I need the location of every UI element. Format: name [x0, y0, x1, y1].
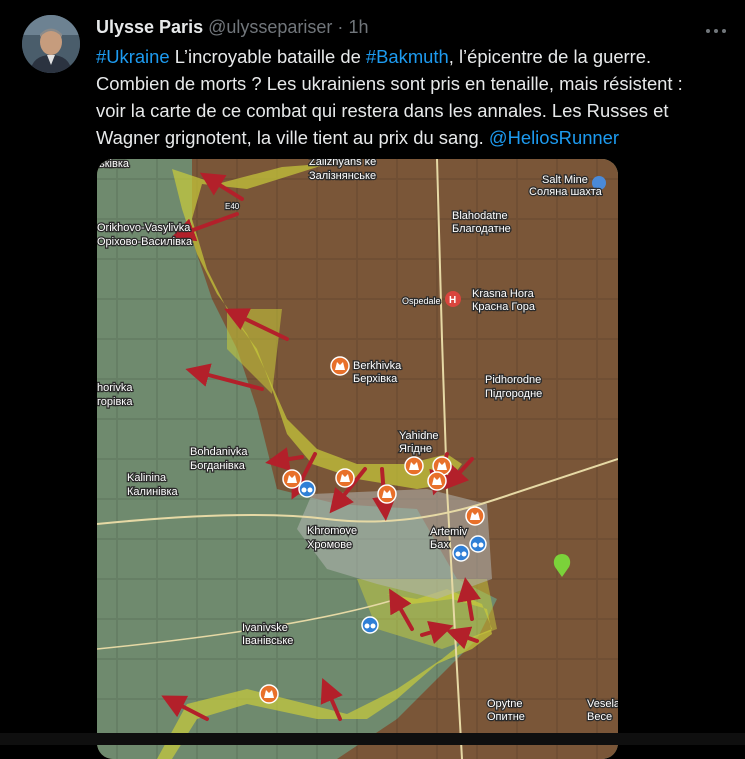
map-label: Берхівка	[353, 373, 398, 385]
map-label: E40	[225, 202, 240, 211]
svg-text:H: H	[449, 295, 456, 306]
map-label: Ospedale	[402, 296, 441, 306]
hashtag-ukraine[interactable]: #Ukraine	[96, 46, 170, 67]
separator: ·	[337, 17, 344, 37]
bakhmut-map: H ьківка Zaliznyans ke Залізнянське Salt…	[97, 159, 618, 759]
map-label: Khromove	[307, 525, 357, 537]
map-label: Ягідне	[399, 443, 432, 455]
fortification-icon	[330, 356, 350, 376]
tweet-text-line: Combien de morts ? Les ukrainiens sont p…	[96, 73, 683, 94]
author-name[interactable]: Ulysse Paris	[96, 17, 203, 37]
fortification-icon	[404, 456, 424, 476]
fortification-icon	[282, 469, 302, 489]
tweet-text: #Ukraine L’incroyable bataille de #Bakmu…	[96, 43, 736, 151]
fortification-icon	[259, 684, 279, 704]
fortification-icon	[335, 468, 355, 488]
binoculars-icon	[452, 544, 470, 562]
fortification-icon	[427, 471, 447, 491]
map-label: Bohdanivka	[190, 446, 248, 458]
avatar[interactable]	[22, 15, 80, 73]
tweet-text-segment: , l’épicentre de la guerre.	[448, 46, 652, 67]
author-handle[interactable]: @ulyssepariser	[208, 17, 332, 37]
map-label: Pidhorodne	[485, 374, 541, 386]
map-label: Хромове	[307, 539, 352, 551]
map-label: ьківка	[99, 159, 130, 170]
map-label: Ivanivske	[242, 622, 288, 634]
action-bar	[0, 733, 745, 745]
tweet-text-segment: Wagner grignotent, la ville tient au pri…	[96, 127, 489, 148]
map-label: Благодатне	[452, 223, 511, 235]
map-label: Опитне	[487, 711, 525, 723]
fortification-icon	[377, 484, 397, 504]
map-label: Залізнянське	[309, 170, 376, 182]
map-label: Opytne	[487, 698, 522, 710]
hospital-icon: H	[445, 291, 461, 307]
map-label: Богданівка	[190, 460, 246, 472]
map-label: Blahodatne	[452, 210, 508, 222]
map-label: Yahidne	[399, 430, 439, 442]
map-label: Kalinina	[127, 472, 167, 484]
binoculars-icon	[361, 616, 379, 634]
map-label: Orikhovo-Vasylivka	[97, 222, 191, 234]
binoculars-icon	[469, 535, 487, 553]
tweet-text-line: voir la carte de ce combat qui restera d…	[96, 100, 669, 121]
tweet-header: Ulysse Paris @ulyssepariser · 1h	[96, 17, 368, 38]
tweet[interactable]: Ulysse Paris @ulyssepariser · 1h #Ukrain…	[0, 0, 745, 759]
timestamp[interactable]: 1h	[348, 17, 368, 37]
map-label: Іванівське	[242, 635, 293, 647]
map-label: Соляна шахта	[529, 186, 603, 198]
map-label: Berkhivka	[353, 360, 402, 372]
map-label: Оріхово-Василівка	[97, 236, 193, 248]
mention-heliosrunner[interactable]: @HeliosRunner	[489, 127, 619, 148]
more-options-icon[interactable]	[704, 20, 730, 40]
map-label: Підгородне	[485, 388, 542, 400]
avatar-image	[22, 15, 80, 73]
binoculars-icon	[298, 480, 316, 498]
map-label: Бах	[430, 539, 449, 551]
map-label: Калинівка	[127, 486, 179, 498]
fortification-icon	[465, 506, 485, 526]
map-label: Красна Гора	[472, 301, 536, 313]
map-label: Zaliznyans ke	[309, 159, 376, 168]
map-label: Krasna Hora	[472, 288, 535, 300]
map-label: Весе	[587, 711, 612, 723]
map-label: Artemiv	[430, 526, 468, 538]
hashtag-bakmuth[interactable]: #Bakmuth	[366, 46, 449, 67]
map-image[interactable]: H ьківка Zaliznyans ke Залізнянське Salt…	[97, 159, 618, 759]
map-label: Salt Mine	[542, 174, 588, 186]
tweet-text-segment: L’incroyable bataille de	[169, 46, 366, 67]
map-label: Vesela	[587, 698, 618, 710]
map-label: horivka	[97, 382, 133, 394]
map-label: горівка	[97, 396, 133, 408]
